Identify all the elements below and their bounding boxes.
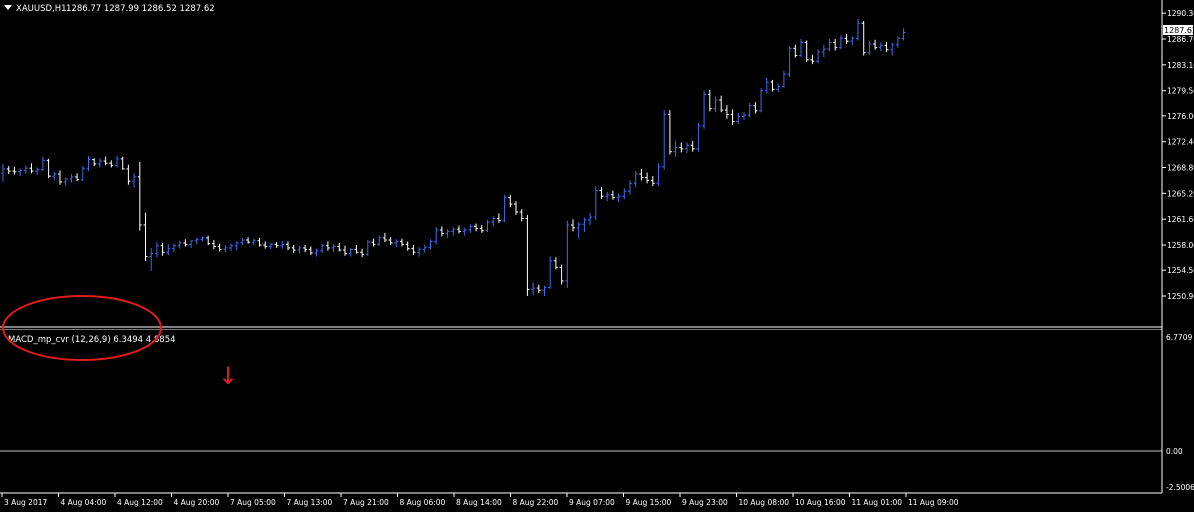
time-tick-label: 7 Aug 05:00 (230, 498, 276, 507)
symbol-label: XAUUSD,H1 (16, 4, 67, 14)
indicator-axis: 6.7709 0.00 -2.5006 (1166, 333, 1194, 492)
time-tick-label: 10 Aug 16:00 (795, 498, 846, 507)
indicator-tick-label: 0.00 (1166, 447, 1183, 456)
price-tick-label: 1265.20 (1167, 189, 1194, 198)
price-axis: 1290.30 1286.70 1283.10 1279.50 1276.00 1272.… (1162, 9, 1194, 301)
time-axis: 3 Aug 2017 4 Aug 04:00 4 Aug 12:00 4 Aug 20… (1, 493, 959, 507)
price-tick-label: 1261.60 (1167, 215, 1194, 224)
indicator-tick-label: 6.7709 (1166, 333, 1192, 342)
ohlc-readout: 1286.77 1287.99 1286.52 1287.62 (66, 4, 215, 14)
time-tick-label: 4 Aug 04:00 (61, 498, 107, 507)
time-tick-label: 3 Aug 2017 (4, 498, 47, 507)
price-tick-label: 1258.00 (1167, 241, 1194, 250)
time-tick-label: 7 Aug 13:00 (287, 498, 333, 507)
time-tick-label: 8 Aug 06:00 (400, 498, 446, 507)
annotation-arrow-icon: ↓ (218, 362, 238, 390)
indicator-tick-label: -2.5006 (1166, 483, 1194, 492)
time-tick-label: 4 Aug 20:00 (174, 498, 220, 507)
time-tick-label: 10 Aug 08:00 (739, 498, 790, 507)
time-tick-label: 9 Aug 23:00 (682, 498, 728, 507)
price-tick-label: 1276.00 (1167, 112, 1194, 121)
price-tick-label: 1254.50 (1167, 266, 1194, 275)
time-tick-label: 9 Aug 07:00 (569, 498, 615, 507)
time-tick-label: 4 Aug 12:00 (117, 498, 163, 507)
time-tick-label: 11 Aug 09:00 (908, 498, 959, 507)
price-tick-label: 1250.90 (1167, 292, 1194, 301)
time-tick-label: 8 Aug 14:00 (456, 498, 502, 507)
main-pane-bg (0, 0, 1162, 326)
time-tick-label: 11 Aug 01:00 (852, 498, 903, 507)
current-price-text: 1287.62 (1164, 26, 1194, 35)
price-tick-label: 1268.80 (1167, 164, 1194, 173)
price-tick-label: 1279.50 (1167, 87, 1194, 96)
time-tick-label: 8 Aug 22:00 (513, 498, 559, 507)
price-tick-label: 1286.70 (1167, 35, 1194, 44)
time-tick-label: 7 Aug 21:00 (343, 498, 389, 507)
chart-root: 1290.30 1286.70 1283.10 1279.50 1276.00 1272.… (0, 0, 1194, 507)
time-tick-label: 9 Aug 15:00 (626, 498, 672, 507)
price-tick-label: 1272.40 (1167, 138, 1194, 147)
price-tick-label: 1283.10 (1167, 61, 1194, 70)
price-tick-label: 1290.30 (1167, 9, 1194, 18)
